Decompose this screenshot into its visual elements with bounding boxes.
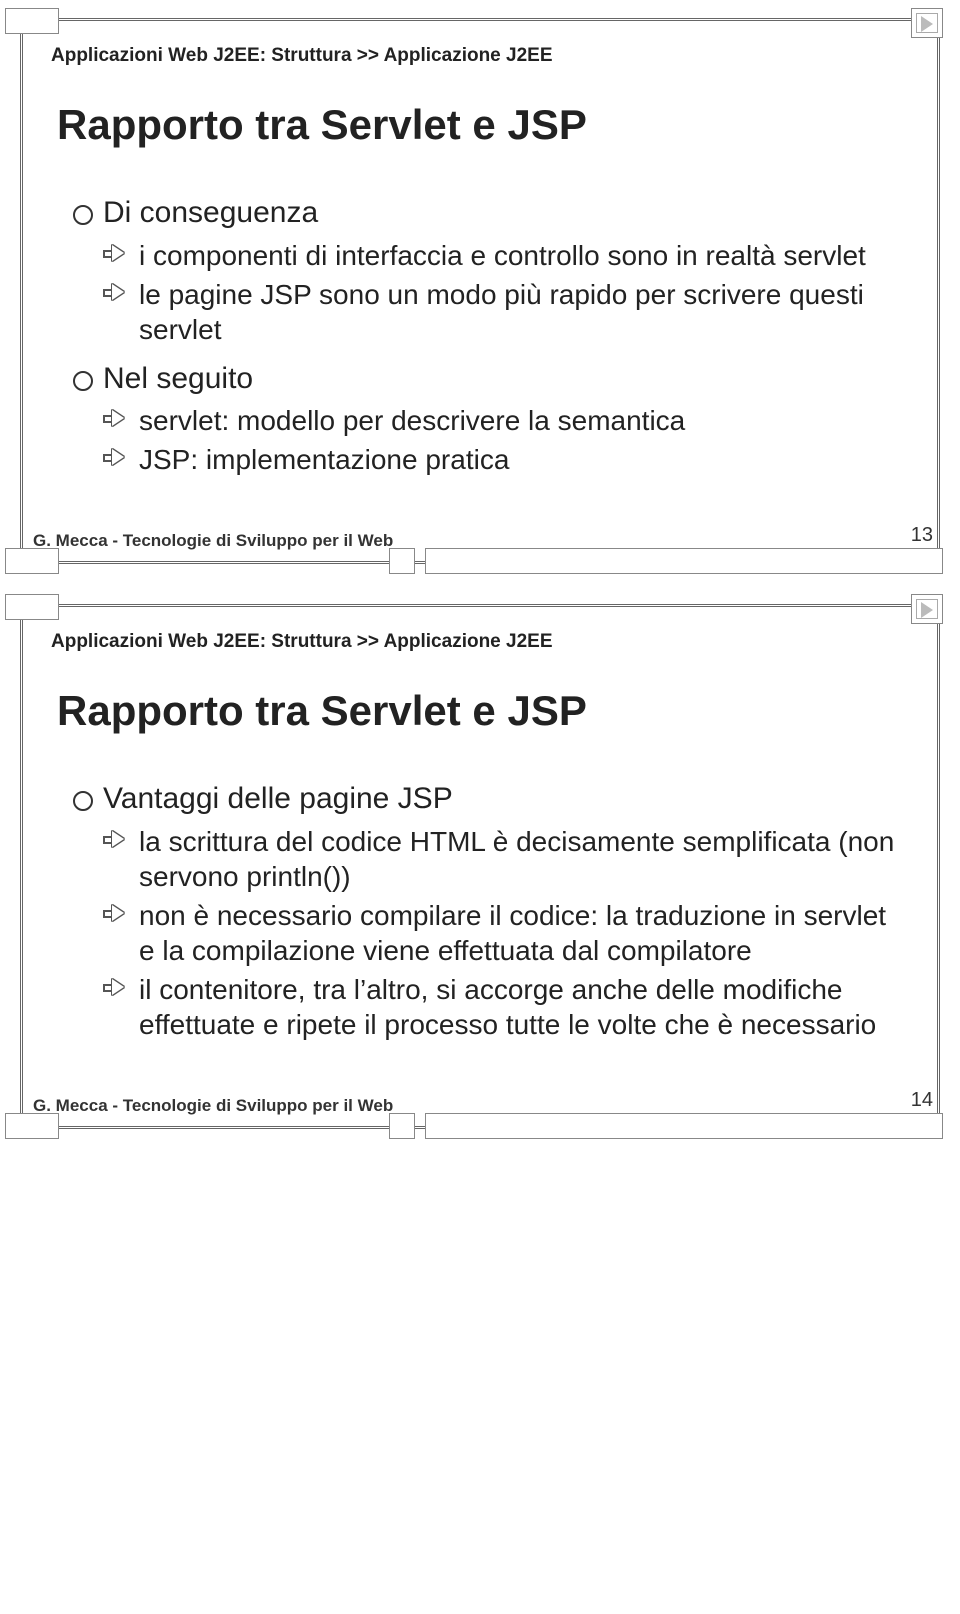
- arrow-icon: [103, 448, 127, 468]
- sub-item-text: il contenitore, tra l’altro, si accorge …: [139, 974, 876, 1040]
- sub-item-text: le pagine JSP sono un modo più rapido pe…: [139, 279, 864, 345]
- footer-credit: G. Mecca - Tecnologie di Sviluppo per il…: [33, 531, 393, 551]
- next-slide-icon[interactable]: [911, 8, 943, 38]
- sub-item: i componenti di interfaccia e controllo …: [103, 238, 899, 273]
- sub-list: i componenti di interfaccia e controllo …: [103, 238, 899, 347]
- corner-decoration: [425, 1113, 943, 1139]
- sub-item-text: JSP: implementazione pratica: [139, 444, 509, 475]
- sub-list: la scrittura del codice HTML è decisamen…: [103, 824, 899, 1042]
- slide-title: Rapporto tra Servlet e JSP: [57, 101, 909, 149]
- arrow-icon: [103, 244, 127, 264]
- sub-item: le pagine JSP sono un modo più rapido pe…: [103, 277, 899, 347]
- arrow-icon: [103, 978, 127, 998]
- sub-item: JSP: implementazione pratica: [103, 442, 899, 477]
- next-slide-icon[interactable]: [911, 594, 943, 624]
- corner-decoration: [5, 548, 59, 574]
- slide: 14 Applicazioni Web J2EE: Struttura >> A…: [20, 604, 940, 1129]
- page-number: 14: [911, 1089, 933, 1112]
- bullet-item: Di conseguenza i componenti di interfacc…: [73, 195, 899, 347]
- sub-item-text: la scrittura del codice HTML è decisamen…: [139, 826, 894, 892]
- slide-frame: 14 Applicazioni Web J2EE: Struttura >> A…: [20, 604, 940, 1129]
- bullet-item: Nel seguito servlet: modello per descriv…: [73, 361, 899, 478]
- corner-decoration: [389, 548, 415, 574]
- sub-item: il contenitore, tra l’altro, si accorge …: [103, 972, 899, 1042]
- sub-item: servlet: modello per descrivere la seman…: [103, 403, 899, 438]
- arrow-icon: [103, 283, 127, 303]
- footer-credit: G. Mecca - Tecnologie di Sviluppo per il…: [33, 1096, 393, 1116]
- bullet-label: Vantaggi delle pagine JSP: [103, 782, 453, 815]
- slide-title: Rapporto tra Servlet e JSP: [57, 687, 909, 735]
- bullet-label: Di conseguenza: [103, 196, 318, 229]
- bullet-item: Vantaggi delle pagine JSP la scrittura d…: [73, 781, 899, 1042]
- bullet-list: Di conseguenza i componenti di interfacc…: [73, 195, 899, 477]
- sub-item-text: non è necessario compilare il codice: la…: [139, 900, 886, 966]
- sub-list: servlet: modello per descrivere la seman…: [103, 403, 899, 477]
- footer-rail: 13: [389, 548, 943, 574]
- sub-item-text: servlet: modello per descrivere la seman…: [139, 405, 685, 436]
- arrow-icon: [103, 409, 127, 429]
- corner-decoration: [5, 8, 59, 34]
- arrow-icon: [103, 830, 127, 850]
- corner-decoration: [5, 1113, 59, 1139]
- slide-frame: 13 Applicazioni Web J2EE: Struttura >> A…: [20, 18, 940, 564]
- breadcrumb: Applicazioni Web J2EE: Struttura >> Appl…: [51, 631, 909, 653]
- corner-decoration: [425, 548, 943, 574]
- footer-rail: 14: [389, 1113, 943, 1139]
- sub-item: non è necessario compilare il codice: la…: [103, 898, 899, 968]
- sub-item: la scrittura del codice HTML è decisamen…: [103, 824, 899, 894]
- bullet-list: Vantaggi delle pagine JSP la scrittura d…: [73, 781, 899, 1042]
- page-number: 13: [911, 524, 933, 547]
- arrow-icon: [103, 904, 127, 924]
- corner-decoration: [389, 1113, 415, 1139]
- breadcrumb: Applicazioni Web J2EE: Struttura >> Appl…: [51, 45, 909, 67]
- bullet-label: Nel seguito: [103, 362, 253, 395]
- slide: 13 Applicazioni Web J2EE: Struttura >> A…: [20, 18, 940, 564]
- sub-item-text: i componenti di interfaccia e controllo …: [139, 240, 866, 271]
- corner-decoration: [5, 594, 59, 620]
